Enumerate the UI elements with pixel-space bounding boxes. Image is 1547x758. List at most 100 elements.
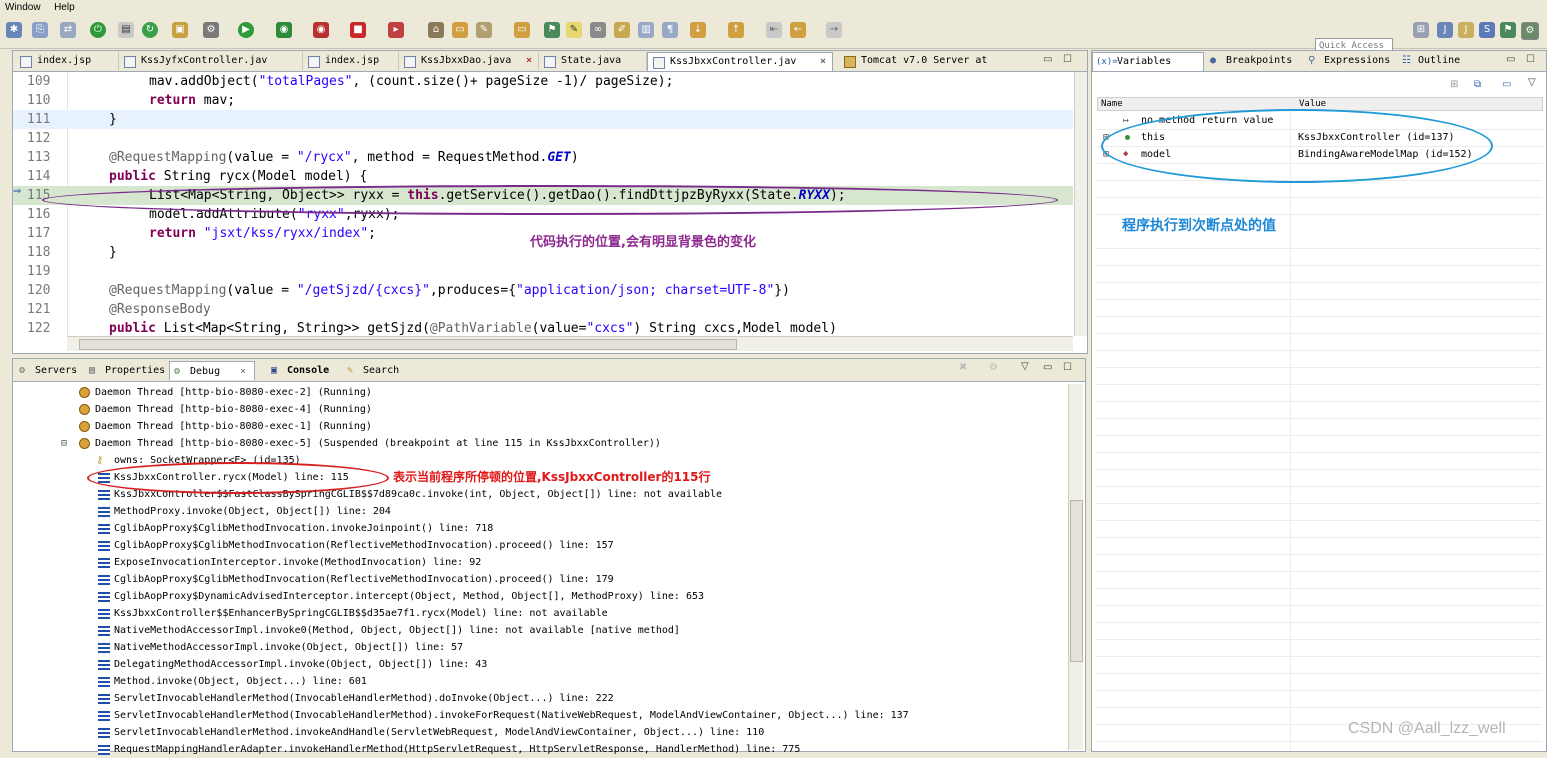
brush-icon[interactable]: ✎ bbox=[476, 22, 492, 38]
code-line[interactable]: 112 bbox=[13, 129, 1073, 148]
stop-icon[interactable]: ■ bbox=[350, 22, 366, 38]
back-icon[interactable]: ← bbox=[790, 22, 806, 38]
new-icon[interactable]: ✱ bbox=[6, 22, 22, 38]
menu-help[interactable]: Help bbox=[49, 1, 80, 14]
thread-row-suspended[interactable]: ⊟ Daemon Thread [http-bio-8080-exec-5] (S… bbox=[61, 435, 661, 452]
stack-frame-row[interactable]: CglibAopProxy$CglibMethodInvocation(Refl… bbox=[98, 571, 614, 588]
variable-row-model[interactable]: ⊞ ◆ model BindingAwareModelMap (id=152) bbox=[1097, 146, 1543, 164]
skip-breakpoints-icon[interactable]: ▤ bbox=[118, 22, 134, 38]
stack-frame-row[interactable]: CglibAopProxy$DynamicAdvisedInterceptor.… bbox=[98, 588, 704, 605]
java-perspective-icon[interactable]: J bbox=[1458, 22, 1474, 38]
remove-launch-icon[interactable]: ✖ bbox=[959, 362, 967, 373]
code-line[interactable]: 110 return mav; bbox=[13, 91, 1073, 110]
close-icon[interactable]: × bbox=[526, 52, 532, 70]
code-line[interactable]: 109 mav.addObject("totalPages", (count.si… bbox=[13, 72, 1073, 91]
switch-icon[interactable]: ⇄ bbox=[60, 22, 76, 38]
menu-window[interactable]: Window bbox=[0, 1, 46, 14]
code-line[interactable]: 116 model.addAttribute("ryxx",ryxx); bbox=[13, 205, 1073, 224]
code-line[interactable]: 111} bbox=[13, 110, 1073, 129]
owns-row[interactable]: ⚷ owns: SocketWrapper<E> (id=135) bbox=[96, 452, 301, 469]
tab-kssjbxxcontroller[interactable]: KssJbxxController.jav × bbox=[647, 52, 833, 71]
code-line[interactable]: 121 @ResponseBody bbox=[13, 300, 1073, 319]
power-icon[interactable]: ⏻ bbox=[90, 22, 106, 38]
annotation-icon[interactable]: ✐ bbox=[614, 22, 630, 38]
stack-frame-row[interactable]: CglibAopProxy$CglibMethodInvocation.invo… bbox=[98, 520, 493, 537]
java-ee-perspective-icon[interactable]: J bbox=[1437, 22, 1453, 38]
tab-outline[interactable]: ☷ Outline bbox=[1398, 52, 1478, 70]
stack-frame-row[interactable]: NativeMethodAccessorImpl.invoke0(Method,… bbox=[98, 622, 680, 639]
tab-debug[interactable]: ⚙ Debug × bbox=[169, 361, 255, 380]
stack-frame-row[interactable]: ServletInvocableHandlerMethod.invokeAndH… bbox=[98, 724, 764, 741]
scrollbar-thumb[interactable] bbox=[1070, 500, 1083, 662]
stack-frame-row[interactable]: DelegatingMethodAccessorImpl.invoke(Obje… bbox=[98, 656, 487, 673]
tab-index-jsp-1[interactable]: index.jsp bbox=[15, 52, 119, 70]
highlight-icon[interactable]: ✎ bbox=[566, 22, 582, 38]
code-line[interactable]: 120 @RequestMapping(value = "/getSjzd/{cx… bbox=[13, 281, 1073, 300]
forward-icon[interactable]: → bbox=[826, 22, 842, 38]
block-icon[interactable]: ▥ bbox=[638, 22, 654, 38]
variable-row-this[interactable]: ⊞ this KssJbxxController (id=137) bbox=[1097, 129, 1543, 147]
value-column-header[interactable]: Value bbox=[1299, 98, 1326, 111]
name-column-header[interactable]: Name bbox=[1101, 98, 1123, 111]
maximize-icon[interactable]: ☐ bbox=[1526, 54, 1535, 65]
collapse-icon[interactable]: ⊟ bbox=[61, 435, 67, 452]
stack-frame-row[interactable]: CglibAopProxy$CglibMethodInvocation(Refl… bbox=[98, 537, 614, 554]
maximize-icon[interactable]: ☐ bbox=[1063, 362, 1072, 373]
show-type-names-icon[interactable]: ⊞ bbox=[1450, 79, 1458, 90]
tab-search[interactable]: ✎ Search bbox=[343, 361, 413, 380]
view-menu-icon[interactable]: ▽ bbox=[1528, 77, 1536, 88]
pin-icon[interactable]: ⚑ bbox=[544, 22, 560, 38]
remove-all-icon[interactable]: ⚙ bbox=[989, 362, 998, 373]
editor-body[interactable]: 109 mav.addObject("totalPages", (count.si… bbox=[13, 72, 1073, 336]
next-annotation-icon[interactable]: ↓ bbox=[690, 22, 706, 38]
layout-icon[interactable]: ▭ bbox=[1502, 79, 1511, 90]
stack-frame-row[interactable]: RequestMappingHandlerAdapter.invokeHandl… bbox=[98, 741, 800, 758]
external-tools-icon[interactable]: ◉ bbox=[313, 22, 329, 38]
tab-servers[interactable]: ⚙ Servers bbox=[15, 361, 83, 380]
stack-frame-row[interactable]: KssJbxxController.rycx(Model) line: 115 bbox=[98, 469, 349, 486]
save-icon[interactable]: ▣ bbox=[172, 22, 188, 38]
refresh-icon[interactable]: ↻ bbox=[142, 22, 158, 38]
last-edit-icon[interactable]: ⇤ bbox=[766, 22, 782, 38]
thread-row[interactable]: Daemon Thread [http-bio-8080-exec-2] (Ru… bbox=[79, 384, 372, 401]
collapse-all-icon[interactable]: ⧉ bbox=[1474, 79, 1481, 90]
thread-row[interactable]: Daemon Thread [http-bio-8080-exec-4] (Ru… bbox=[79, 401, 372, 418]
tab-properties[interactable]: ▤ Properties bbox=[85, 361, 167, 380]
stack-frame-row[interactable]: ServletInvocableHandlerMethod(InvocableH… bbox=[98, 690, 614, 707]
stack-frame-row[interactable]: Method.invoke(Object, Object...) line: 6… bbox=[98, 673, 367, 690]
current-execution-line[interactable]: 115 List<Map<String, Object>> ryxx = this… bbox=[13, 186, 1073, 205]
variable-row[interactable]: ↦ no method return value bbox=[1097, 112, 1543, 130]
tab-state-java[interactable]: State.java bbox=[539, 52, 647, 70]
open-perspective-icon[interactable]: ⊞ bbox=[1413, 22, 1429, 38]
view-menu-icon[interactable]: ▽ bbox=[1021, 361, 1029, 372]
maximize-icon[interactable]: ☐ bbox=[1063, 54, 1072, 65]
tab-kssjbxxdao[interactable]: KssJbxxDao.java × bbox=[399, 52, 539, 70]
minimize-icon[interactable]: ▭ bbox=[1043, 54, 1052, 65]
close-icon[interactable]: × bbox=[820, 53, 826, 71]
code-line[interactable]: 119 bbox=[13, 262, 1073, 281]
minimize-icon[interactable]: ▭ bbox=[1506, 54, 1515, 65]
debug-vertical-scrollbar[interactable] bbox=[1068, 384, 1083, 750]
svn-perspective-icon[interactable]: S bbox=[1479, 22, 1495, 38]
tab-console[interactable]: ▣ Console bbox=[267, 361, 343, 380]
close-icon[interactable]: × bbox=[240, 362, 246, 381]
link-icon[interactable]: ∞ bbox=[590, 22, 606, 38]
tab-tomcat-server[interactable]: Tomcat v7.0 Server at bbox=[839, 52, 1019, 70]
stack-frame-row[interactable]: KssJbxxController$$EnhancerBySpringCGLIB… bbox=[98, 605, 608, 622]
expand-icon[interactable]: ⊞ bbox=[1103, 146, 1109, 163]
build-icon[interactable]: ▸ bbox=[388, 22, 404, 38]
open-file-icon[interactable]: ▭ bbox=[514, 22, 530, 38]
stack-frame-row[interactable]: MethodProxy.invoke(Object, Object[]) lin… bbox=[98, 503, 391, 520]
minimize-icon[interactable]: ▭ bbox=[1043, 362, 1052, 373]
code-line[interactable]: 114 public String rycx(Model model) { bbox=[13, 167, 1073, 186]
prev-annotation-icon[interactable]: ↑ bbox=[728, 22, 744, 38]
tab-breakpoints[interactable]: ● Breakpoints bbox=[1206, 52, 1302, 70]
editor-horizontal-scrollbar[interactable] bbox=[67, 336, 1073, 351]
pilcrow-icon[interactable]: ¶ bbox=[662, 22, 678, 38]
run-icon[interactable]: ▶ bbox=[238, 22, 254, 38]
tab-index-jsp-2[interactable]: index.jsp bbox=[303, 52, 399, 70]
debug-gear-icon[interactable]: ⚙ bbox=[203, 22, 219, 38]
new-folder-icon[interactable]: ⌂ bbox=[428, 22, 444, 38]
stack-frame-row[interactable]: ServletInvocableHandlerMethod(InvocableH… bbox=[98, 707, 909, 724]
debug-perspective-icon[interactable]: ⚙ bbox=[1521, 22, 1539, 40]
